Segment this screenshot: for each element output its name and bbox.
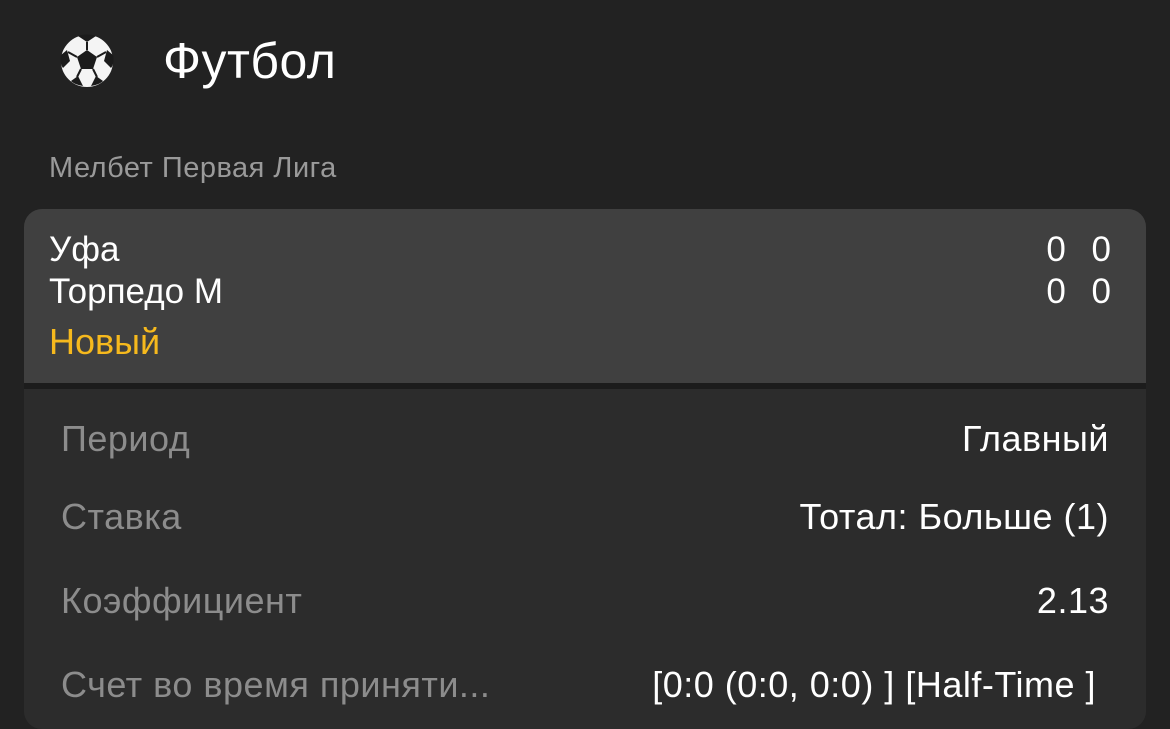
soccer-ball-icon	[59, 33, 115, 89]
odds-value: 2.13	[1036, 580, 1109, 621]
bet-value: Тотал: Больше (1)	[799, 496, 1109, 537]
period-value: Главный	[962, 418, 1109, 459]
score-at-acceptance-value: [0:0 (0:0, 0:0) ] [Half-Time ]	[652, 664, 1096, 705]
match-card[interactable]: Уфа 0 0 Торпедо М 0 0 Новый Период Главн…	[24, 209, 1146, 729]
score-at-acceptance-label: Счет во время приняти...	[61, 664, 491, 705]
bet-label: Ставка	[61, 496, 182, 537]
sport-header: Футбол	[0, 0, 1170, 122]
odds-label: Коэффициент	[61, 580, 303, 621]
sport-title: Футбол	[163, 33, 337, 89]
team-away-name: Торпедо М	[49, 272, 223, 311]
team-home-score: 0 0	[1046, 230, 1119, 269]
team-home-name: Уфа	[49, 230, 120, 269]
league-title: Мелбет Первая Лига	[49, 152, 337, 184]
bet-details: Период Главный Ставка Тотал: Больше (1) …	[24, 389, 1146, 729]
bet-status: Новый	[49, 321, 161, 362]
team-away-score: 0 0	[1046, 272, 1119, 311]
period-label: Период	[61, 418, 191, 459]
match-head: Уфа 0 0 Торпедо М 0 0 Новый	[24, 209, 1146, 383]
